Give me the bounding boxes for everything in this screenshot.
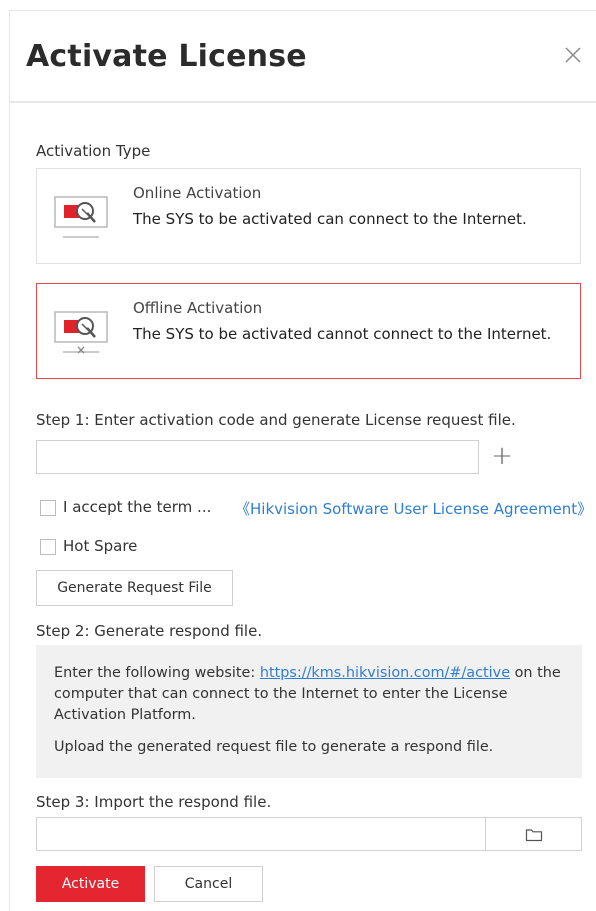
offline-activation-title: Offline Activation [133, 299, 263, 317]
folder-icon [525, 829, 543, 842]
respond-file-path-input[interactable] [36, 817, 486, 851]
kms-activation-link[interactable]: https://kms.hikvision.com/#/active [260, 665, 510, 681]
activate-button[interactable]: Activate [36, 866, 145, 902]
offline-activation-icon [54, 311, 108, 354]
step2-label: Step 2: Generate respond file. [36, 622, 263, 640]
online-activation-option[interactable]: Online Activation The SYS to be activate… [36, 168, 581, 264]
close-button[interactable] [561, 43, 585, 67]
step3-label: Step 3: Import the respond file. [36, 793, 272, 811]
offline-activation-option[interactable]: Offline Activation The SYS to be activat… [36, 283, 581, 379]
cancel-button[interactable]: Cancel [154, 866, 263, 902]
license-agreement-link[interactable]: 《Hikvision Software User License Agreeme… [235, 498, 592, 519]
activation-type-label: Activation Type [36, 142, 151, 160]
browse-file-button[interactable] [485, 817, 582, 851]
generate-request-file-button[interactable]: Generate Request File [36, 570, 233, 606]
online-activation-title: Online Activation [133, 184, 262, 202]
accept-terms-checkbox[interactable] [40, 500, 56, 516]
plus-icon: + [491, 441, 513, 471]
online-activation-description: The SYS to be activated can connect to t… [133, 210, 527, 228]
hot-spare-label: Hot Spare [63, 537, 138, 555]
accept-terms-label: I accept the term ... [63, 498, 212, 516]
hot-spare-checkbox[interactable] [40, 539, 56, 555]
instructions-text-before-link: Enter the following website: [54, 665, 260, 681]
upload-instructions: Upload the generated request file to gen… [54, 739, 494, 755]
offline-activation-description: The SYS to be activated cannot connect t… [133, 325, 552, 343]
respond-file-instructions: Enter the following website: https://kms… [36, 645, 582, 778]
dialog-header: Activate License [10, 11, 596, 103]
step1-label: Step 1: Enter activation code and genera… [36, 411, 516, 429]
close-icon [565, 47, 581, 63]
activation-code-input[interactable] [36, 440, 479, 474]
dialog-title: Activate License [26, 39, 307, 74]
online-activation-icon [54, 196, 108, 238]
activate-license-dialog: Activate License Activation Type Online … [9, 10, 596, 911]
add-code-button[interactable]: + [488, 443, 516, 471]
instructions-paragraph: Enter the following website: https://kms… [54, 663, 564, 726]
